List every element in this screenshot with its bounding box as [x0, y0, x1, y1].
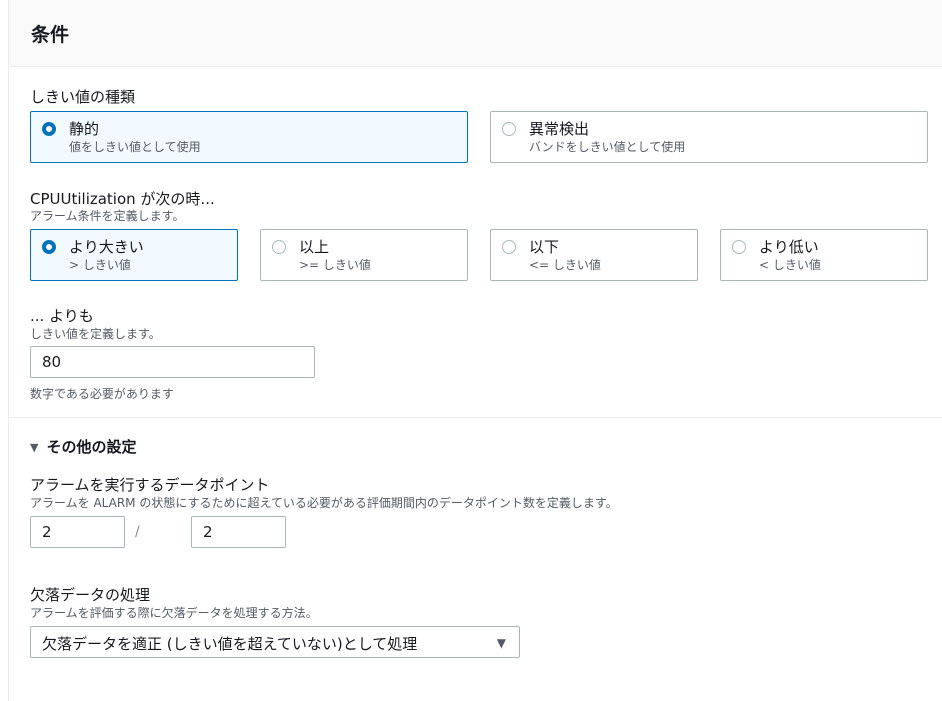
threshold-type-anomaly-tile[interactable]: 異常検出 バンドをしきい値として使用: [490, 111, 928, 163]
tile-subtitle: <= しきい値: [529, 258, 601, 272]
tile-subtitle: < しきい値: [759, 258, 821, 272]
condition-greater-tile[interactable]: より大きい > しきい値: [30, 229, 238, 281]
tile-title: より低い: [759, 238, 819, 256]
threshold-description: しきい値を定義します。: [30, 327, 161, 341]
threshold-type-label: しきい値の種類: [30, 88, 136, 106]
tile-title: 静的: [69, 120, 100, 138]
threshold-type-static-tile[interactable]: 静的 値をしきい値として使用: [30, 111, 468, 163]
dropdown-caret-icon: ▼: [496, 636, 506, 650]
missing-data-selected-value: 欠落データを適正 (しきい値を超えていない)として処理: [42, 635, 418, 653]
tile-title: 以下: [529, 238, 560, 256]
radio-greater-equal[interactable]: [272, 240, 286, 254]
datapoints-to-alarm-input[interactable]: 2: [30, 516, 125, 548]
radio-lower[interactable]: [732, 240, 746, 254]
datapoints-label: アラームを実行するデータポイント: [30, 476, 270, 494]
tile-title: より大きい: [69, 238, 144, 256]
threshold-input[interactable]: 80: [30, 346, 315, 378]
threshold-label: ... よりも: [30, 307, 94, 325]
missing-data-description: アラームを評価する際に欠落データを処理する方法。: [30, 606, 318, 620]
evaluation-periods-input[interactable]: 2: [191, 516, 286, 548]
threshold-hint: 数字である必要があります: [30, 387, 174, 401]
tile-title: 異常検出: [529, 120, 590, 138]
section-title: 条件: [31, 24, 70, 46]
condition-lower-tile[interactable]: より低い < しきい値: [720, 229, 928, 281]
additional-settings-toggle[interactable]: ▼ その他の設定: [30, 436, 136, 457]
tile-title: 以上: [299, 238, 330, 256]
additional-settings-label: その他の設定: [46, 438, 137, 456]
tile-subtitle: バンドをしきい値として使用: [529, 140, 686, 154]
datapoints-description: アラームを ALARM の状態にするために超えている必要がある評価期間内のデータ…: [30, 496, 618, 510]
missing-data-select[interactable]: 欠落データを適正 (しきい値を超えていない)として処理 ▼: [30, 626, 520, 658]
missing-data-label: 欠落データの処理: [30, 586, 151, 604]
radio-static[interactable]: [42, 122, 56, 136]
condition-description: アラーム条件を定義します。: [30, 209, 185, 223]
radio-anomaly[interactable]: [502, 122, 516, 136]
tile-subtitle: >= しきい値: [299, 258, 371, 272]
tile-subtitle: 値をしきい値として使用: [69, 140, 201, 154]
condition-less-equal-tile[interactable]: 以下 <= しきい値: [490, 229, 698, 281]
condition-greater-equal-tile[interactable]: 以上 >= しきい値: [260, 229, 468, 281]
section-header: 条件: [8, 0, 942, 67]
condition-label: CPUUtilization が次の時...: [30, 190, 215, 208]
radio-greater[interactable]: [42, 240, 56, 254]
caret-down-icon: ▼: [30, 441, 39, 454]
section-divider: [8, 417, 942, 418]
tile-subtitle: > しきい値: [69, 258, 131, 272]
datapoints-separator: /: [135, 524, 140, 540]
radio-less-equal[interactable]: [502, 240, 516, 254]
